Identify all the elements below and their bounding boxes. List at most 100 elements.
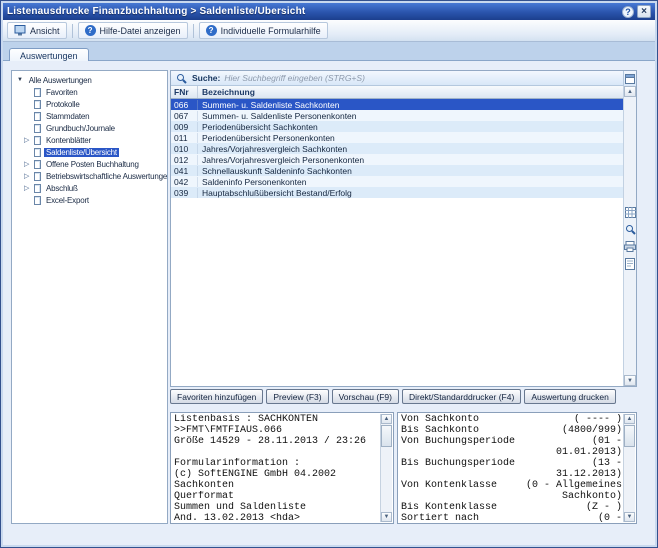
search-bar[interactable]: Suche: Hier Suchbegriff eingeben (STRG+S… (171, 71, 623, 86)
scroll-down-icon[interactable]: ▼ (624, 375, 636, 386)
collapse-arrow-icon: ▼ (17, 77, 23, 83)
info-line: >>FMT\FMTFIAUS.066 (174, 425, 379, 436)
scroll-down-icon[interactable]: ▼ (381, 512, 392, 522)
cell-bezeichnung: Saldeninfo Personenkonten (198, 177, 623, 187)
parameters-scrollbar[interactable]: ▲ ▼ (623, 414, 635, 522)
scroll-up-icon[interactable]: ▲ (381, 414, 392, 424)
cell-bezeichnung: Periodenübersicht Sachkonten (198, 122, 623, 132)
cell-bezeichnung: Jahres/Vorjahresvergleich Personenkonten (198, 155, 623, 165)
expand-arrow-icon: ▷ (24, 136, 34, 144)
tree-item-grundbuch-journale[interactable]: Grundbuch/Journale (12, 122, 167, 134)
table-row[interactable]: 066Summen- u. Saldenliste Sachkonten (171, 99, 623, 110)
column-header-bezeichnung[interactable]: Bezeichnung (198, 86, 623, 98)
table-row[interactable]: 009Periodenübersicht Sachkonten (171, 121, 623, 132)
tree-item-kontenbl-tter[interactable]: ▷ Kontenblätter (12, 134, 167, 146)
titlebar-help-button[interactable]: ? (622, 6, 634, 18)
toolbar-separator (72, 24, 73, 38)
tree-item-label: Betriebswirtschaftliche Auswertungen (44, 172, 167, 181)
view-icon (14, 25, 26, 36)
app-window: Listenausdrucke Finanzbuchhaltung > Sald… (0, 0, 658, 548)
list-options-icon[interactable] (623, 71, 636, 86)
info-line: Listenbasis : SACHKONTEN (174, 414, 379, 425)
scroll-thumb[interactable] (381, 425, 392, 447)
info-line: Größe 14529 - 28.11.2013 / 23:26 (174, 436, 379, 447)
document-icon (34, 172, 41, 181)
search-input[interactable]: Hier Suchbegriff eingeben (STRG+S) (224, 73, 365, 83)
document-icon (34, 196, 41, 205)
preview-f3-button[interactable]: Preview (F3) (266, 389, 328, 404)
param-label: Von Kontenklasse (401, 480, 524, 491)
document-icon (34, 136, 41, 145)
tree-item-protokolle[interactable]: Protokolle (12, 98, 167, 110)
tree-item-stammdaten[interactable]: Stammdaten (12, 110, 167, 122)
tree-item-betriebswirtschaftliche-auswertungen[interactable]: ▷ Betriebswirtschaftliche Auswertungen (12, 170, 167, 182)
table-row[interactable]: 011Periodenübersicht Personenkonten (171, 132, 623, 143)
titlebar: Listenausdrucke Finanzbuchhaltung > Sald… (3, 3, 655, 20)
scroll-thumb[interactable] (624, 425, 635, 447)
toolbar-button-hilfe-datei-anzeigen[interactable]: ?Hilfe-Datei anzeigen (78, 22, 188, 39)
table-row[interactable]: 042Saldeninfo Personenkonten (171, 176, 623, 187)
auswertung-drucken-button[interactable]: Auswertung drucken (524, 389, 616, 404)
table-row[interactable]: 039Hauptabschlußübersicht Bestand/Erfolg (171, 187, 623, 198)
grid-side-toolbar: ▲ ▼ (623, 86, 636, 386)
tree-item-label: Grundbuch/Journale (44, 124, 117, 133)
help-icon: ? (85, 25, 96, 36)
tree-root-alle-auswertungen[interactable]: ▼Alle Auswertungen (12, 74, 167, 86)
printer-icon[interactable] (624, 240, 637, 253)
info-line (174, 447, 379, 458)
table-row[interactable]: 041Schnellauskunft Saldeninfo Sachkonten (171, 165, 623, 176)
document-icon[interactable] (624, 257, 637, 270)
magnifier-icon[interactable] (624, 223, 637, 236)
param-value: (4800/999) (524, 425, 622, 436)
parameters-text: Von Sachkonto( ---- )Bis Sachkonto(4800/… (401, 414, 622, 522)
toolbar-separator (193, 24, 194, 38)
vorschau-f9-button[interactable]: Vorschau (F9) (332, 389, 399, 404)
direkt-standarddrucker-f4-button[interactable]: Direkt/Standarddrucker (F4) (402, 389, 521, 404)
cell-bezeichnung: Schnellauskunft Saldeninfo Sachkonten (198, 166, 623, 176)
tree-item-excel-export[interactable]: Excel-Export (12, 194, 167, 206)
scroll-down-icon[interactable]: ▼ (624, 512, 635, 522)
form-info-panel: Listenbasis : SACHKONTEN>>FMT\FMTFIAUS.0… (170, 412, 394, 524)
tree-item-label: Offene Posten Buchhaltung (44, 160, 141, 169)
toolbar-button-individuelle-formularhilfe[interactable]: ?Individuelle Formularhilfe (199, 22, 328, 39)
toolbar-button-ansicht[interactable]: Ansicht (7, 22, 67, 39)
tree-item-favoriten[interactable]: Favoriten (12, 86, 167, 98)
table-row[interactable]: 010Jahres/Vorjahresvergleich Sachkonten (171, 143, 623, 154)
info-scrollbar[interactable]: ▲ ▼ (380, 414, 392, 522)
action-button-row: Favoriten hinzufügenPreview (F3) Vorschau… (170, 389, 637, 404)
tree-item-label: Saldenliste/Übersicht (44, 148, 119, 157)
expand-arrow-icon: ▷ (24, 172, 34, 180)
param-value: (Z - ) (524, 502, 622, 513)
search-label: Suche: (192, 73, 220, 83)
tree-item-label: Protokolle (44, 100, 82, 109)
expand-arrow-icon: ▷ (24, 160, 34, 168)
close-button[interactable]: × (637, 5, 651, 18)
toolbar-button-label: Ansicht (30, 26, 60, 36)
cell-fnr: 066 (171, 100, 198, 110)
info-line: Querformat (174, 491, 379, 502)
param-label: Sortiert nach (401, 513, 524, 522)
tree-item-offene-posten-buchhaltung[interactable]: ▷ Offene Posten Buchhaltung (12, 158, 167, 170)
info-line: Summen und Saldenliste (174, 502, 379, 513)
column-header-fnr[interactable]: FNr (171, 86, 198, 98)
favoriten-hinzufuegen-button[interactable]: Favoriten hinzufügen (170, 389, 263, 404)
document-icon (34, 124, 41, 133)
scroll-up-icon[interactable]: ▲ (624, 86, 636, 97)
tab-strip: Auswertungen (3, 42, 655, 61)
cell-bezeichnung: Summen- u. Saldenliste Sachkonten (198, 100, 623, 110)
tree-item-label: Abschluß (44, 184, 80, 193)
grid-icon[interactable] (624, 206, 637, 219)
table-row[interactable]: 067Summen- u. Saldenliste Personenkonten (171, 110, 623, 121)
tree-item-saldenliste-bersicht[interactable]: Saldenliste/Übersicht (12, 146, 167, 158)
table-row[interactable]: 012Jahres/Vorjahresvergleich Personenkon… (171, 154, 623, 165)
scroll-up-icon[interactable]: ▲ (624, 414, 635, 424)
tree-item-label: Kontenblätter (44, 136, 93, 145)
table-header: FNr Bezeichnung (171, 86, 623, 99)
document-icon (34, 112, 41, 121)
tree-item-abschlu[interactable]: ▷Abschluß (12, 182, 167, 194)
info-line: (c) SoftENGINE GmbH 04.2002 (174, 469, 379, 480)
search-icon (175, 72, 188, 85)
param-value: (0 - (524, 513, 622, 522)
cell-fnr: 041 (171, 166, 198, 176)
cell-bezeichnung: Jahres/Vorjahresvergleich Sachkonten (198, 144, 623, 154)
